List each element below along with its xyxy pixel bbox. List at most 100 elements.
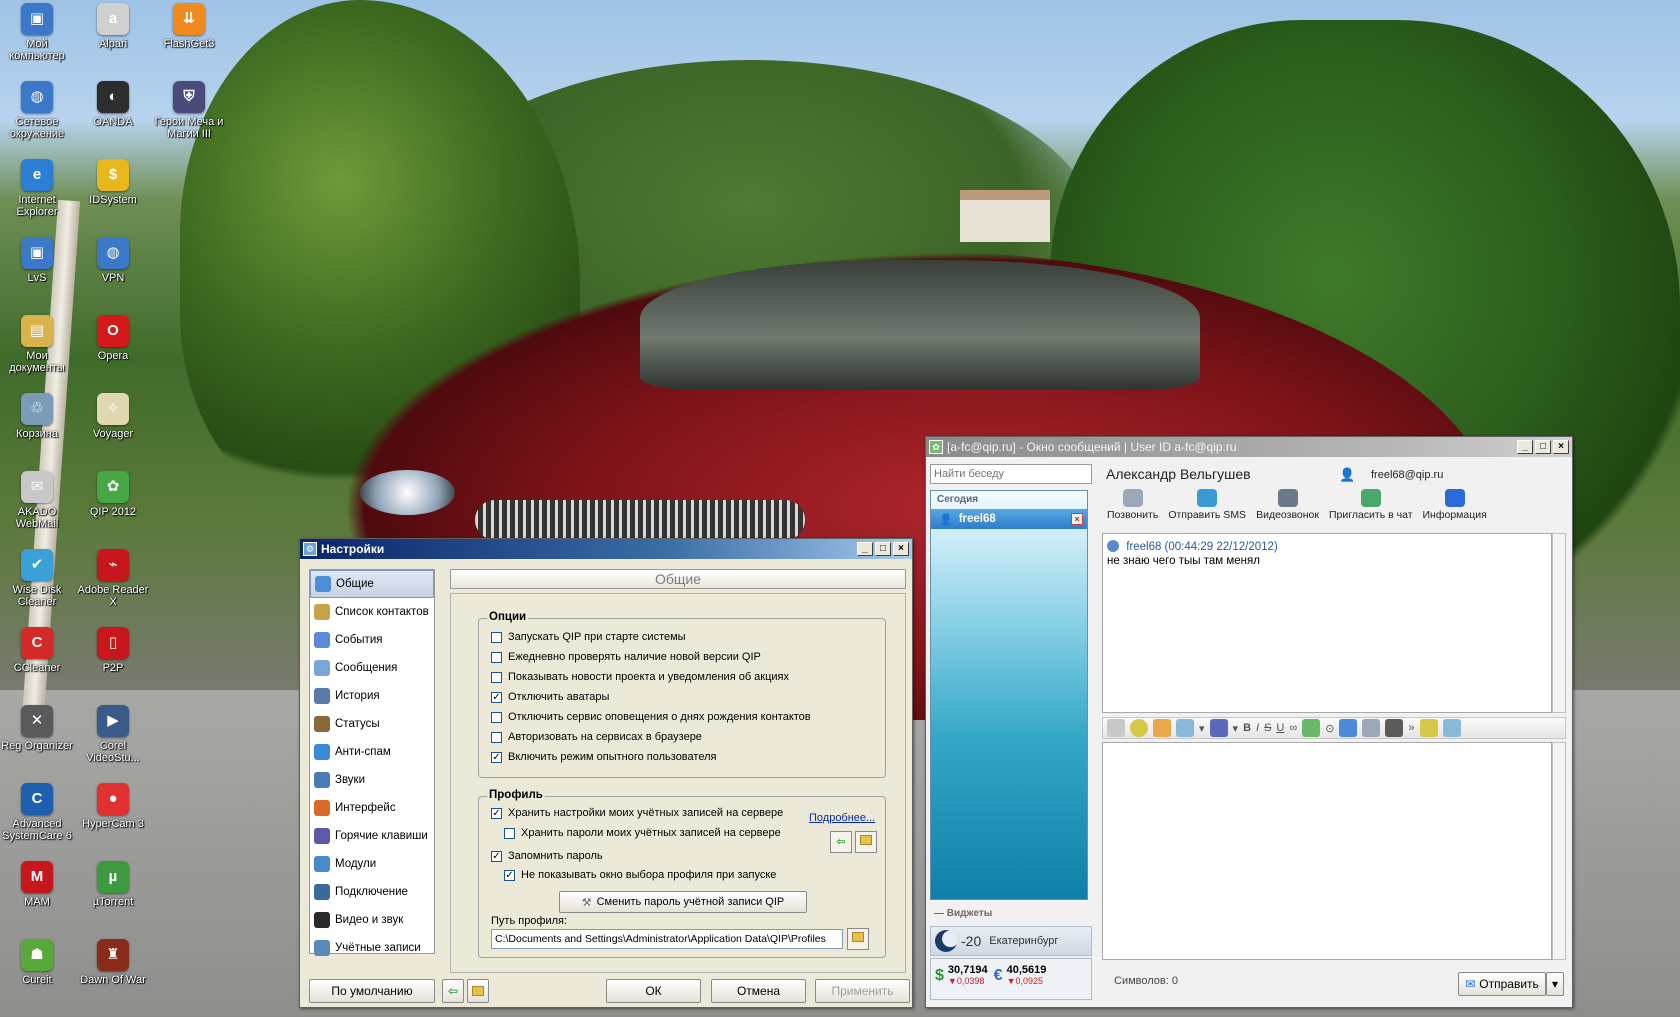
send-options-button[interactable]: ▾: [1546, 972, 1564, 996]
add-contact-icon[interactable]: 👤: [1339, 467, 1355, 483]
desktop-icon[interactable]: a Alpari: [77, 3, 149, 50]
option-checkbox[interactable]: [491, 731, 502, 743]
import-profile-button[interactable]: ⇦: [830, 831, 852, 853]
close-button[interactable]: ×: [1553, 440, 1569, 454]
chat-action-button[interactable]: Позвонить: [1102, 489, 1163, 527]
option-row[interactable]: ✓ Отключить аватары: [491, 691, 609, 703]
desktop-icon[interactable]: ▣ Мой компьютер: [1, 3, 73, 62]
chat-action-button[interactable]: Отправить SMS: [1163, 489, 1251, 527]
desktop-icon[interactable]: e Internet Explorer: [1, 159, 73, 218]
chevron-down-icon[interactable]: ▾: [1199, 722, 1205, 735]
open-settings-folder-button[interactable]: [467, 979, 489, 1003]
settings-nav-item[interactable]: Учётные записи: [310, 934, 434, 962]
strike-icon[interactable]: S: [1264, 722, 1271, 734]
store-settings-option[interactable]: ✓ Хранить настройки моих учётных записей…: [491, 807, 783, 819]
desktop-icon[interactable]: O Opera: [77, 315, 149, 362]
desktop-icon[interactable]: ◍ VPN: [77, 237, 149, 284]
send-button[interactable]: ✉ Отправить: [1458, 972, 1546, 996]
more-link[interactable]: Подробнее...: [809, 812, 875, 824]
list-icon[interactable]: [1362, 719, 1381, 737]
desktop-icon[interactable]: µ µTorrent: [77, 861, 149, 908]
minimize-button[interactable]: _: [1517, 440, 1533, 454]
grid-icon[interactable]: [1107, 719, 1125, 737]
desktop-icon[interactable]: ✉ AKADO WebMail: [1, 471, 73, 530]
settings-nav-item[interactable]: Список контактов: [310, 598, 434, 626]
store-passwords-option[interactable]: Хранить пароли моих учётных записей на с…: [504, 827, 781, 839]
store-passwords-checkbox[interactable]: [504, 827, 515, 839]
desktop-icon[interactable]: ✕ Reg Organizer: [1, 705, 73, 752]
option-row[interactable]: Запускать QIP при старте системы: [491, 631, 686, 643]
overflow-icon[interactable]: »: [1408, 722, 1414, 734]
ok-button[interactable]: ОК: [606, 979, 701, 1003]
browse-folder-button[interactable]: [847, 928, 869, 950]
conversation-item[interactable]: 👤 freel68 ×: [931, 509, 1087, 529]
option-row[interactable]: Авторизовать на сервисах в браузере: [491, 731, 702, 743]
spy-icon[interactable]: [1385, 719, 1404, 737]
link-icon[interactable]: ∞: [1289, 722, 1297, 734]
chat-action-button[interactable]: Пригласить в чат: [1324, 489, 1418, 527]
desktop-icon[interactable]: ▤ Мои документы: [1, 315, 73, 374]
settings-nav-item[interactable]: Подключение: [310, 878, 434, 906]
desktop-icon[interactable]: ☗ Cureit: [1, 939, 73, 986]
desktop-icon[interactable]: ▶ Corel VideoStu...: [77, 705, 149, 764]
close-button[interactable]: ×: [893, 542, 909, 556]
option-checkbox[interactable]: ✓: [491, 691, 502, 703]
settings-nav-item[interactable]: Интерфейс: [310, 794, 434, 822]
italic-icon[interactable]: I: [1256, 722, 1259, 734]
settings-nav-item[interactable]: Сообщения: [310, 654, 434, 682]
chat-history-scrollbar[interactable]: [1552, 533, 1566, 713]
minimize-button[interactable]: _: [857, 542, 873, 556]
option-checkbox[interactable]: [491, 631, 502, 643]
close-conversation-icon[interactable]: ×: [1071, 513, 1083, 525]
maximize-button[interactable]: □: [875, 542, 891, 556]
insert-image-icon[interactable]: [1302, 719, 1321, 737]
change-password-button[interactable]: ⚒ Сменить пароль учётной записи QIP: [559, 891, 807, 913]
settings-nav-item[interactable]: Модули: [310, 850, 434, 878]
translate-icon[interactable]: [1339, 719, 1358, 737]
desktop-icon[interactable]: ⇊ FlashGet3: [153, 3, 225, 50]
conversation-search-input[interactable]: [930, 464, 1092, 484]
desktop-icon[interactable]: M MAM: [1, 861, 73, 908]
settings-nav-item[interactable]: События: [310, 626, 434, 654]
desktop-icon[interactable]: ✔ Wise Disk Cleaner: [1, 549, 73, 608]
chat-action-button[interactable]: Информация: [1418, 489, 1492, 527]
message-input-scrollbar[interactable]: [1552, 742, 1566, 960]
widgets-header[interactable]: — Виджеты: [930, 908, 1092, 924]
option-checkbox[interactable]: ✓: [491, 751, 502, 763]
desktop-icon[interactable]: ⌁ Adobe Reader X: [77, 549, 149, 608]
settings-nav-item[interactable]: История: [310, 682, 434, 710]
settings-nav-item[interactable]: Статусы: [310, 710, 434, 738]
settings-nav-item[interactable]: Видео и звук: [310, 906, 434, 934]
template-icon[interactable]: [1176, 719, 1194, 737]
settings-icon[interactable]: [1442, 719, 1461, 737]
desktop-icon[interactable]: ● HyperCam 3: [77, 783, 149, 830]
import-settings-button[interactable]: ⇦: [442, 979, 464, 1003]
currency-widget[interactable]: $30,7194 ▼0,0398 €40,5619 ▼0,0925: [930, 958, 1092, 1000]
desktop-icon[interactable]: ✧ Voyager: [77, 393, 149, 440]
option-row[interactable]: ✓ Включить режим опытного пользователя: [491, 751, 716, 763]
profile-path-input[interactable]: [491, 929, 843, 949]
maximize-button[interactable]: □: [1535, 440, 1551, 454]
underline-icon[interactable]: U: [1276, 722, 1284, 734]
desktop-icon[interactable]: C CCleaner: [1, 627, 73, 674]
settings-nav-item[interactable]: Анти-спам: [310, 738, 434, 766]
option-row[interactable]: Ежедневно проверять наличие новой версии…: [491, 651, 761, 663]
chat-action-button[interactable]: Видеозвонок: [1251, 489, 1324, 527]
spellcheck-icon[interactable]: [1419, 719, 1438, 737]
option-row[interactable]: Отключить сервис оповещения о днях рожде…: [491, 711, 811, 723]
desktop-icon[interactable]: ◐ OANDA: [77, 81, 149, 128]
option-checkbox[interactable]: [491, 651, 502, 663]
desktop-icon[interactable]: ◍ Сетевое окружение: [1, 81, 73, 140]
apply-button[interactable]: Применить: [815, 979, 910, 1003]
option-checkbox[interactable]: [491, 711, 502, 723]
hide-profile-window-checkbox[interactable]: ✓: [504, 869, 515, 881]
option-checkbox[interactable]: [491, 671, 502, 683]
message-titlebar[interactable]: ✿ [a-fc@qip.ru] - Окно сообщений | User …: [926, 437, 1572, 457]
desktop-icon[interactable]: ♲ Корзина: [1, 393, 73, 440]
store-settings-checkbox[interactable]: ✓: [491, 807, 502, 819]
chevron-down-icon[interactable]: ▾: [1233, 722, 1239, 735]
option-row[interactable]: Показывать новости проекта и уведомления…: [491, 671, 789, 683]
desktop-icon[interactable]: ⛨ Герои Меча и Магии III: [153, 81, 225, 140]
desktop-icon[interactable]: ✿ QIP 2012: [77, 471, 149, 518]
images-icon[interactable]: [1153, 719, 1171, 737]
